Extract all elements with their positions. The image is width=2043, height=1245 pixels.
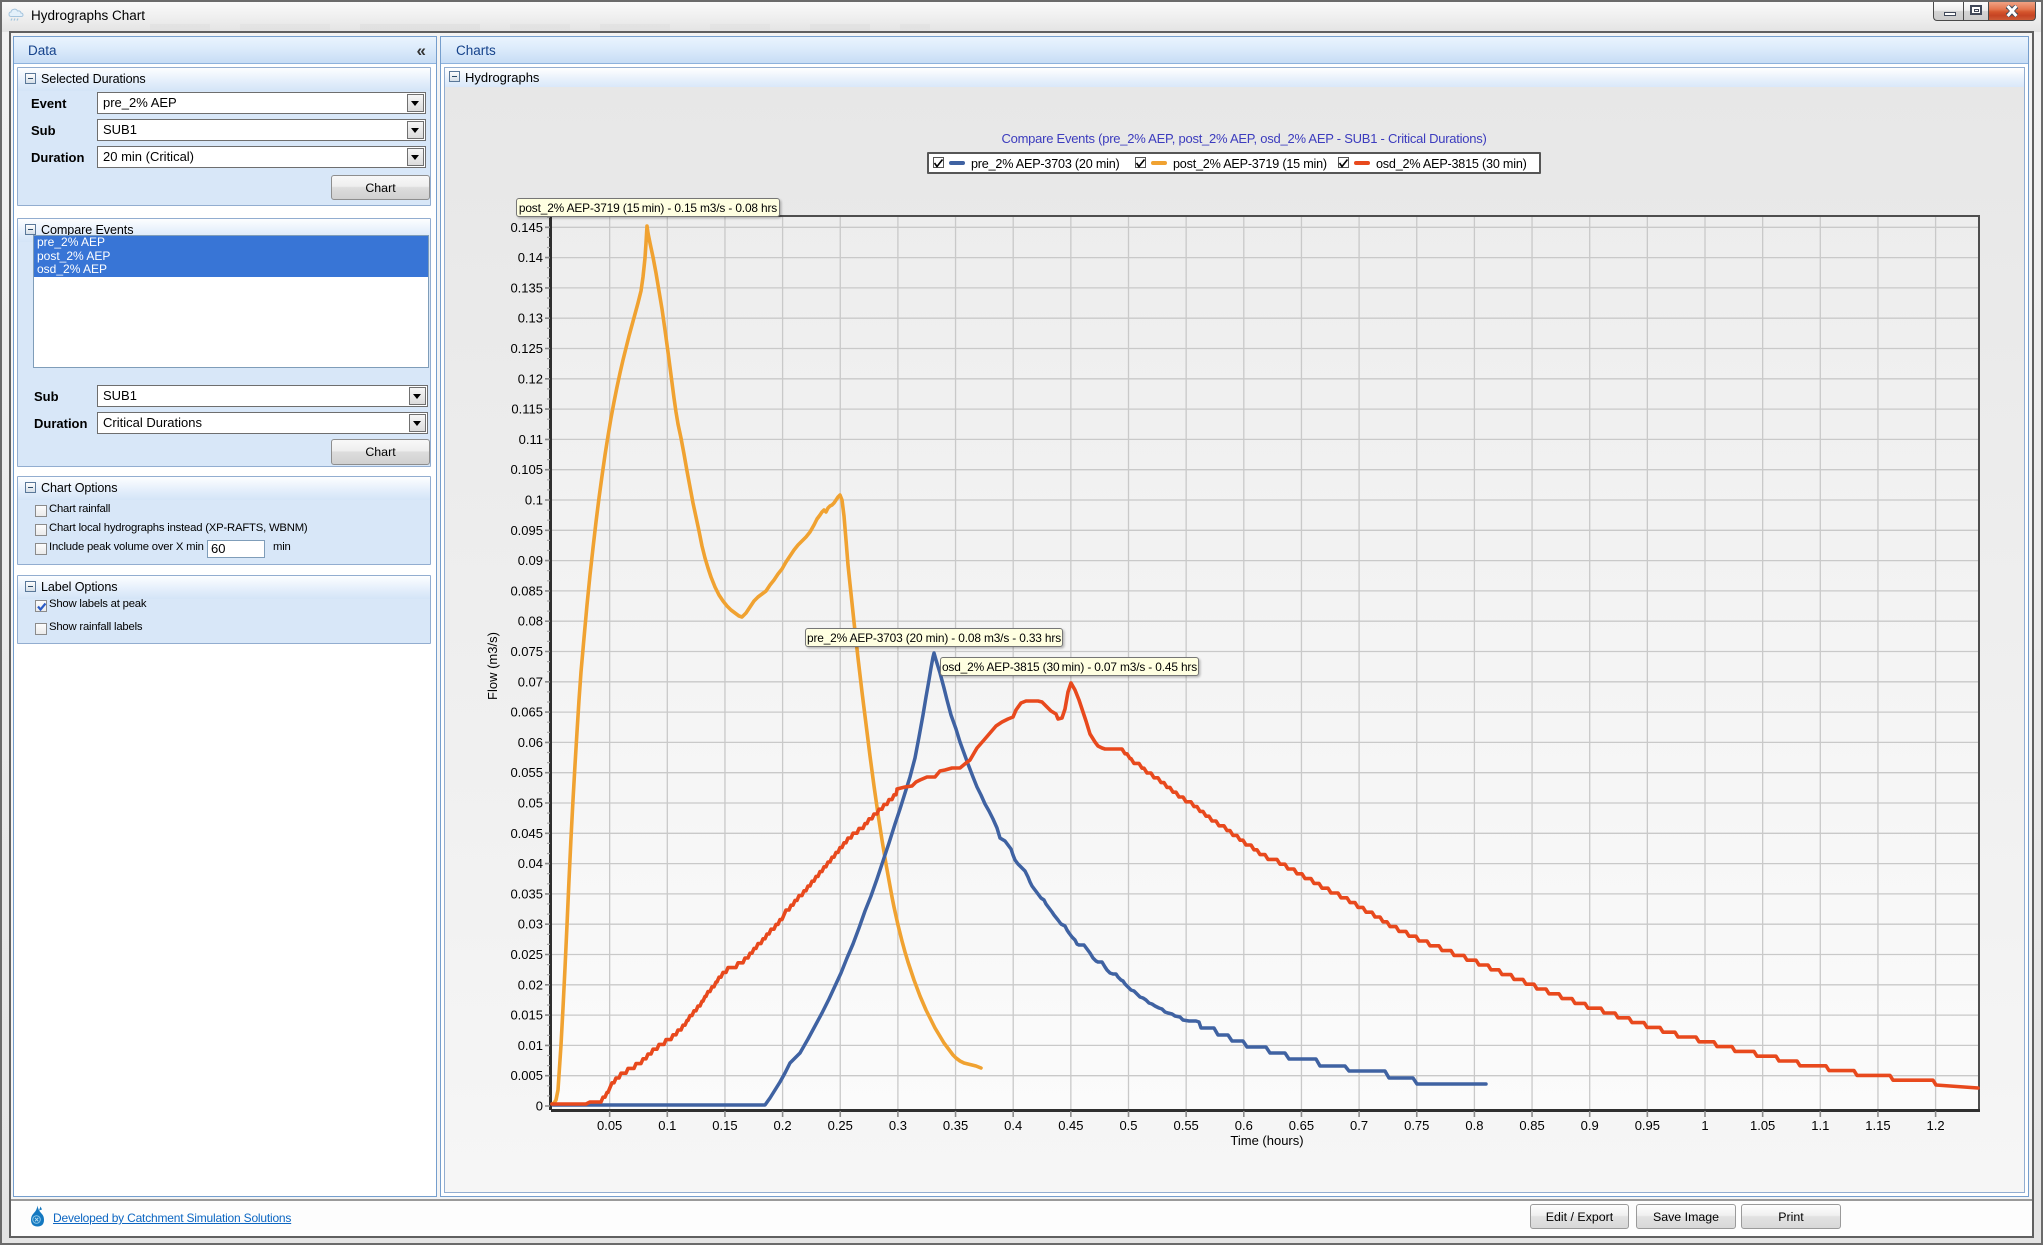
svg-text:0.105: 0.105 bbox=[510, 462, 543, 477]
svg-text:0.08: 0.08 bbox=[518, 614, 543, 629]
svg-text:0.4: 0.4 bbox=[1004, 1118, 1022, 1133]
svg-text:0.9: 0.9 bbox=[1581, 1118, 1599, 1133]
svg-text:0.75: 0.75 bbox=[1404, 1118, 1429, 1133]
svg-text:0.09: 0.09 bbox=[518, 553, 543, 568]
svg-text:0.2: 0.2 bbox=[774, 1118, 792, 1133]
svg-text:0.7: 0.7 bbox=[1350, 1118, 1368, 1133]
svg-text:0.05: 0.05 bbox=[597, 1118, 622, 1133]
svg-text:1: 1 bbox=[1701, 1118, 1708, 1133]
svg-text:0: 0 bbox=[536, 1099, 543, 1114]
svg-text:0.075: 0.075 bbox=[510, 644, 543, 659]
svg-text:0.03: 0.03 bbox=[518, 917, 543, 932]
svg-text:0.085: 0.085 bbox=[510, 583, 543, 598]
svg-text:0.5: 0.5 bbox=[1119, 1118, 1137, 1133]
svg-text:0.07: 0.07 bbox=[518, 674, 543, 689]
svg-text:Compare Events (pre_2% AEP, po: Compare Events (pre_2% AEP, post_2% AEP,… bbox=[1001, 131, 1486, 146]
svg-text:0.055: 0.055 bbox=[510, 765, 543, 780]
svg-text:0.045: 0.045 bbox=[510, 826, 543, 841]
svg-text:0.8: 0.8 bbox=[1465, 1118, 1483, 1133]
svg-text:0.11: 0.11 bbox=[519, 432, 543, 447]
svg-text:0.35: 0.35 bbox=[943, 1118, 968, 1133]
svg-text:0.25: 0.25 bbox=[828, 1118, 853, 1133]
svg-text:1.05: 1.05 bbox=[1750, 1118, 1775, 1133]
svg-text:0.14: 0.14 bbox=[518, 250, 543, 265]
svg-text:0.02: 0.02 bbox=[518, 977, 543, 992]
svg-text:0.55: 0.55 bbox=[1173, 1118, 1198, 1133]
svg-text:0.005: 0.005 bbox=[510, 1068, 543, 1083]
svg-text:0.13: 0.13 bbox=[518, 311, 543, 326]
svg-text:0.025: 0.025 bbox=[510, 947, 543, 962]
svg-text:0.12: 0.12 bbox=[518, 371, 543, 386]
svg-text:0.145: 0.145 bbox=[510, 220, 543, 235]
svg-text:0.6: 0.6 bbox=[1235, 1118, 1253, 1133]
svg-text:0.3: 0.3 bbox=[889, 1118, 907, 1133]
svg-text:0.1: 0.1 bbox=[658, 1118, 676, 1133]
svg-text:0.85: 0.85 bbox=[1519, 1118, 1544, 1133]
svg-text:0.115: 0.115 bbox=[511, 402, 543, 417]
svg-text:0.035: 0.035 bbox=[510, 886, 543, 901]
svg-text:0.1: 0.1 bbox=[525, 493, 543, 508]
svg-text:0.05: 0.05 bbox=[518, 796, 543, 811]
svg-text:0.065: 0.065 bbox=[510, 705, 543, 720]
svg-text:Flow (m3/s): Flow (m3/s) bbox=[485, 632, 500, 700]
svg-text:0.45: 0.45 bbox=[1058, 1118, 1083, 1133]
svg-text:0.04: 0.04 bbox=[518, 856, 543, 871]
svg-text:Time (hours): Time (hours) bbox=[1230, 1133, 1303, 1148]
svg-text:0.015: 0.015 bbox=[510, 1008, 543, 1023]
svg-text:0.65: 0.65 bbox=[1289, 1118, 1314, 1133]
svg-text:0.125: 0.125 bbox=[510, 341, 543, 356]
svg-text:1.15: 1.15 bbox=[1865, 1118, 1890, 1133]
svg-text:1.1: 1.1 bbox=[1811, 1118, 1829, 1133]
svg-text:0.095: 0.095 bbox=[510, 523, 543, 538]
svg-text:0.135: 0.135 bbox=[510, 280, 543, 295]
svg-text:0.01: 0.01 bbox=[518, 1038, 543, 1053]
svg-text:1.2: 1.2 bbox=[1927, 1118, 1945, 1133]
svg-text:0.15: 0.15 bbox=[712, 1118, 737, 1133]
svg-text:0.95: 0.95 bbox=[1635, 1118, 1660, 1133]
svg-text:0.06: 0.06 bbox=[518, 735, 543, 750]
